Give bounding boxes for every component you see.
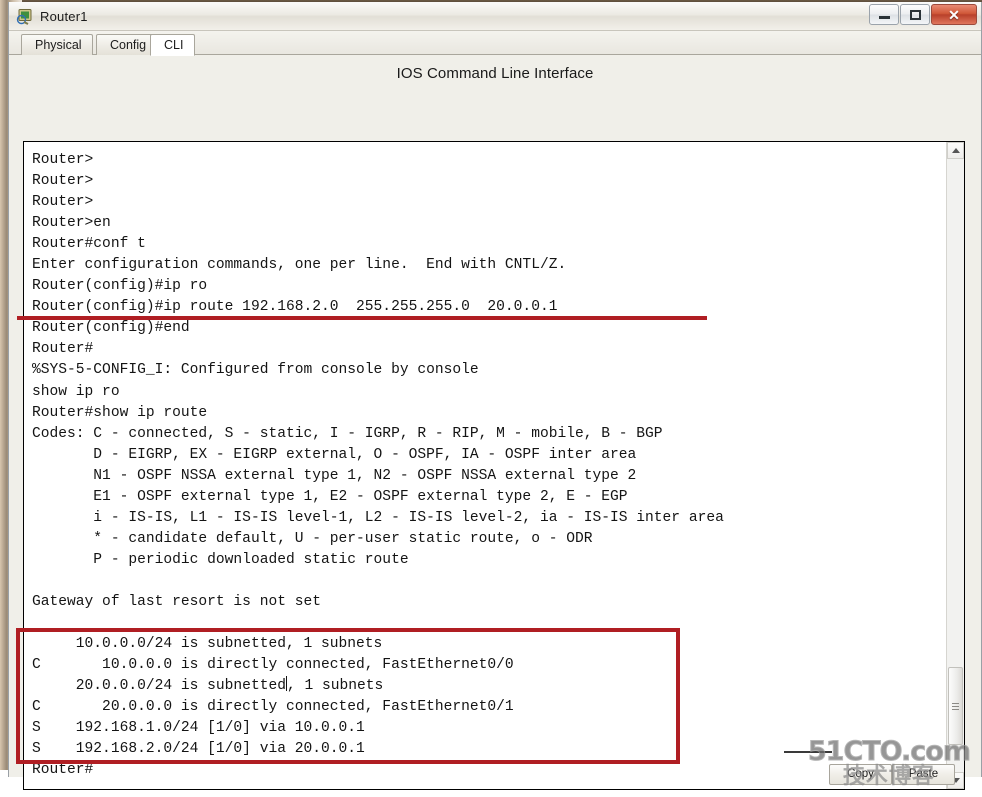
console-line: Router> — [32, 173, 94, 190]
console-line: 10.0.0.0/24 is subnetted, 1 subnets — [32, 636, 383, 653]
scroll-up-button[interactable] — [947, 142, 964, 159]
minimize-icon — [878, 16, 890, 19]
annotation-underline — [17, 316, 707, 321]
console-line: Router# — [32, 341, 94, 358]
tab-cli[interactable]: CLI — [150, 34, 195, 56]
console-line: C 20.0.0.0 is directly connected, FastEt… — [32, 699, 514, 716]
console-line: Router(config)#ip ro — [32, 278, 208, 295]
watermark-rule — [784, 751, 832, 753]
console-line: S 192.168.2.0/24 [1/0] via 20.0.0.1 — [32, 741, 365, 758]
copy-button-label: Copy — [847, 768, 874, 780]
console-line: Router> — [32, 152, 94, 168]
paste-button-label: Paste — [908, 768, 939, 780]
console-line: N1 - OSPF NSSA external type 1, N2 - OSP… — [32, 467, 637, 484]
window-titlebar: Router1 ✕ — [9, 2, 981, 31]
grip-icon — [952, 701, 959, 712]
panel-title: IOS Command Line Interface — [396, 65, 594, 82]
text-caret — [285, 676, 287, 692]
tab-physical-label: Physical — [35, 38, 82, 52]
console-line: Router# — [32, 762, 94, 779]
tab-bar: Physical Config CLI — [9, 31, 981, 56]
console-line: E1 - OSPF external type 1, E2 - OSPF ext… — [32, 488, 628, 505]
close-icon: ✕ — [948, 6, 960, 23]
console-line: S 192.168.1.0/24 [1/0] via 10.0.0.1 — [32, 720, 365, 737]
tab-physical[interactable]: Physical — [21, 34, 93, 55]
copy-button[interactable]: Copy — [829, 764, 892, 785]
console-line: * - candidate default, U - per-user stat… — [32, 530, 593, 547]
minimize-button[interactable] — [869, 4, 899, 25]
chevron-up-icon — [951, 148, 960, 153]
console-line: Router>en — [32, 215, 111, 232]
console-line: Router#conf t — [32, 236, 146, 253]
close-button[interactable]: ✕ — [931, 4, 977, 25]
console-line: %SYS-5-CONFIG_I: Configured from console… — [32, 362, 479, 379]
cli-panel: IOS Command Line Interface Router> Router… — [9, 55, 981, 790]
console-scrollbar[interactable] — [946, 142, 964, 789]
maximize-icon — [909, 9, 921, 20]
console-line: Router(config)#end — [32, 320, 190, 337]
console-line: Gateway of last resort is not set — [32, 593, 322, 610]
maximize-restore-button[interactable] — [900, 4, 930, 25]
console-line: show ip ro — [32, 383, 120, 400]
router-window: Router1 ✕ Physical Config CLI IOS Comman… — [8, 2, 982, 790]
paste-button[interactable]: Paste — [892, 764, 955, 785]
console-line: Router> — [32, 194, 94, 211]
console-line: Router#show ip route — [32, 404, 208, 421]
tab-cli-label: CLI — [164, 38, 184, 52]
window-controls: ✕ — [868, 4, 977, 25]
console-line: D - EIGRP, EX - EIGRP external, O - OSPF… — [32, 446, 637, 463]
scrollbar-thumb[interactable] — [948, 667, 963, 745]
console-line: Codes: C - connected, S - static, I - IG… — [32, 425, 663, 442]
console-line: Enter configuration commands, one per li… — [32, 257, 567, 274]
console-line: C 10.0.0.0 is directly connected, FastEt… — [32, 657, 514, 674]
console-actions: Copy Paste — [829, 764, 955, 785]
console-line: P - periodic downloaded static route — [32, 551, 409, 568]
console-line: i - IS-IS, L1 - IS-IS level-1, L2 - IS-I… — [32, 509, 724, 526]
console-line: Router(config)#ip route 192.168.2.0 255.… — [32, 299, 558, 316]
console-output[interactable]: Router> Router> Router> Router>en Router#con… — [24, 142, 946, 789]
console-line: 20.0.0.0/24 is subnetted, 1 subnets — [32, 676, 384, 695]
console-area[interactable]: Router> Router> Router> Router>en Router#con… — [23, 141, 965, 790]
window-title: Router1 — [40, 8, 88, 24]
router-device-icon — [16, 7, 34, 25]
tab-config-label: Config — [110, 38, 147, 52]
